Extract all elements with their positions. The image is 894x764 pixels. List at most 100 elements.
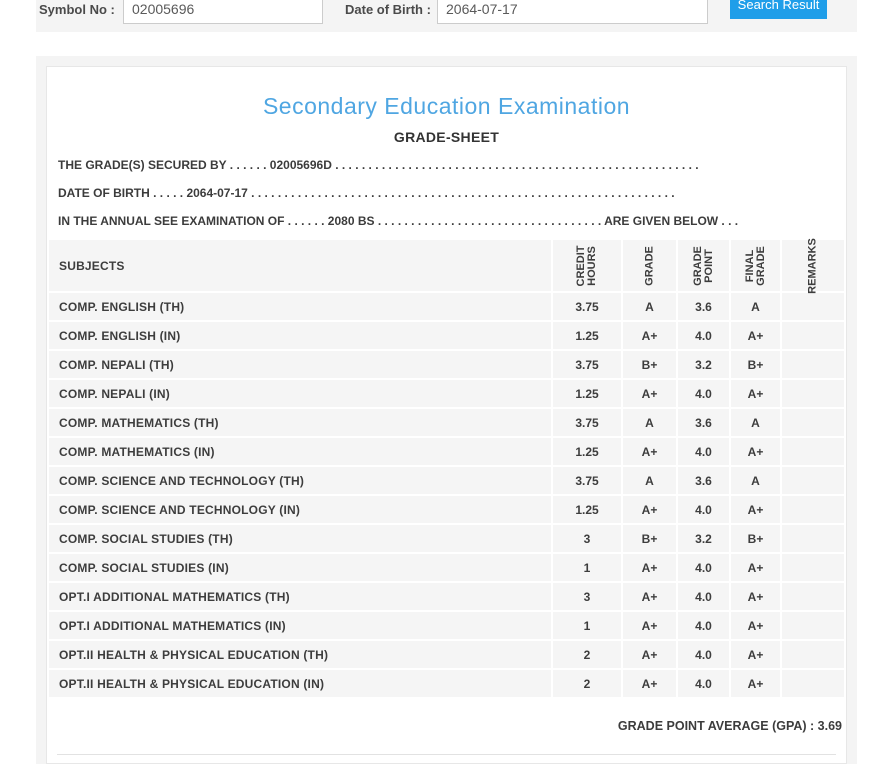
subject-cell: COMP. NEPALI (IN) [49, 380, 551, 407]
final-grade-cell: B+ [731, 525, 780, 552]
credit-hours-cell: 3.75 [553, 293, 621, 320]
remarks-cell [782, 612, 844, 639]
credit-hours-cell: 1 [553, 554, 621, 581]
subject-cell: COMP. MATHEMATICS (TH) [49, 409, 551, 436]
credit-hours-cell: 3.75 [553, 351, 621, 378]
grade-point-cell: 4.0 [678, 496, 729, 523]
final-grade-cell: B+ [731, 351, 780, 378]
gpa-summary: GRADE POINT AVERAGE (GPA) : 3.69 [617, 719, 842, 733]
grade-point-cell: 4.0 [678, 641, 729, 668]
remarks-cell [782, 641, 844, 668]
credit-hours-cell: 1.25 [553, 496, 621, 523]
subject-cell: OPT.II HEALTH & PHYSICAL EDUCATION (TH) [49, 641, 551, 668]
page-title: Secondary Education Examination [262, 93, 631, 119]
grade-cell: B+ [623, 351, 676, 378]
table-row: COMP. ENGLISH (IN) 1.25 A+ 4.0 A+ [49, 322, 844, 349]
column-header-label: GRADE POINT [691, 245, 715, 286]
table-row: COMP. NEPALI (IN) 1.25 A+ 4.0 A+ [49, 380, 844, 407]
grade-point-cell: 3.2 [678, 351, 729, 378]
grade-point-cell: 3.2 [678, 525, 729, 552]
subject-cell: COMP. ENGLISH (IN) [49, 322, 551, 349]
final-grade-cell: A [731, 409, 780, 436]
final-grade-cell: A [731, 467, 780, 494]
final-grade-cell: A+ [731, 380, 780, 407]
grade-point-cell: 4.0 [678, 554, 729, 581]
table-row: COMP. MATHEMATICS (TH) 3.75 A 3.6 A [49, 409, 844, 436]
column-header-grade-point: GRADE POINT [678, 240, 729, 291]
column-header-label: CREDIT HOURS [575, 245, 598, 286]
subject-cell: COMP. SOCIAL STUDIES (IN) [49, 554, 551, 581]
candidate-info: THE GRADE(S) SECURED BY . . . . . . 0200… [47, 158, 846, 228]
column-header-grade: GRADE [623, 240, 676, 291]
table-row: COMP. SOCIAL STUDIES (IN) 1 A+ 4.0 A+ [49, 554, 844, 581]
grade-point-cell: 4.0 [678, 380, 729, 407]
grade-cell: A+ [623, 438, 676, 465]
subject-cell: COMP. MATHEMATICS (IN) [49, 438, 551, 465]
final-grade-cell: A+ [731, 438, 780, 465]
table-row: COMP. SOCIAL STUDIES (TH) 3 B+ 3.2 B+ [49, 525, 844, 552]
credit-hours-cell: 3 [553, 525, 621, 552]
table-row: OPT.II HEALTH & PHYSICAL EDUCATION (TH) … [49, 641, 844, 668]
remarks-cell [782, 293, 844, 320]
credit-hours-cell: 1.25 [553, 322, 621, 349]
final-grade-cell: A+ [731, 641, 780, 668]
grade-point-cell: 4.0 [678, 438, 729, 465]
column-header-label: GRADE [643, 245, 655, 286]
subject-cell: COMP. ENGLISH (TH) [49, 293, 551, 320]
column-header-label: REMARKS [806, 237, 819, 294]
table-row: COMP. NEPALI (TH) 3.75 B+ 3.2 B+ [49, 351, 844, 378]
credit-hours-cell: 1.25 [553, 380, 621, 407]
info-line: THE GRADE(S) SECURED BY . . . . . . 0200… [58, 158, 699, 172]
final-grade-cell: A+ [731, 554, 780, 581]
column-header-label: FINAL GRADE [743, 245, 767, 286]
remarks-cell [782, 583, 844, 610]
remarks-cell [782, 409, 844, 436]
search-result-button[interactable]: Search Result [730, 0, 827, 19]
table-body: COMP. ENGLISH (TH) 3.75 A 3.6 A COMP. EN… [49, 293, 844, 697]
final-grade-cell: A+ [731, 322, 780, 349]
column-header-final-grade: FINAL GRADE [731, 240, 780, 291]
credit-hours-cell: 2 [553, 670, 621, 697]
grade-point-cell: 4.0 [678, 670, 729, 697]
grade-table: SUBJECTS CREDIT HOURS GRADE GRADE POINT … [49, 237, 844, 697]
grade-cell: A+ [623, 380, 676, 407]
grade-cell: A+ [623, 641, 676, 668]
credit-hours-cell: 3 [553, 583, 621, 610]
grade-cell: A [623, 467, 676, 494]
table-row: COMP. ENGLISH (TH) 3.75 A 3.6 A [49, 293, 844, 320]
subject-cell: COMP. SOCIAL STUDIES (TH) [49, 525, 551, 552]
subject-cell: COMP. SCIENCE AND TECHNOLOGY (IN) [49, 496, 551, 523]
remarks-cell [782, 322, 844, 349]
table-row: OPT.II HEALTH & PHYSICAL EDUCATION (IN) … [49, 670, 844, 697]
grade-cell: A+ [623, 322, 676, 349]
footer-divider [57, 754, 836, 755]
grade-cell: A+ [623, 612, 676, 639]
subject-cell: OPT.I ADDITIONAL MATHEMATICS (IN) [49, 612, 551, 639]
table-header-row: SUBJECTS CREDIT HOURS GRADE GRADE POINT … [49, 237, 844, 294]
remarks-cell [782, 351, 844, 378]
date-of-birth-label: Date of Birth : [345, 2, 431, 17]
remarks-cell [782, 496, 844, 523]
grade-cell: A+ [623, 583, 676, 610]
grade-point-cell: 3.6 [678, 293, 729, 320]
grade-point-cell: 4.0 [678, 612, 729, 639]
symbol-no-input[interactable] [123, 0, 323, 24]
remarks-cell [782, 670, 844, 697]
table-row: OPT.I ADDITIONAL MATHEMATICS (TH) 3 A+ 4… [49, 583, 844, 610]
symbol-no-label: Symbol No : [39, 2, 115, 17]
grade-cell: A+ [623, 554, 676, 581]
table-row: COMP. SCIENCE AND TECHNOLOGY (TH) 3.75 A… [49, 467, 844, 494]
search-form-bar: Symbol No : Date of Birth : Search Resul… [36, 0, 857, 32]
remarks-cell [782, 467, 844, 494]
grade-point-cell: 4.0 [678, 583, 729, 610]
grade-cell: A [623, 409, 676, 436]
info-line: DATE OF BIRTH . . . . . 2064-07-17 . . .… [58, 186, 675, 200]
credit-hours-cell: 3.75 [553, 467, 621, 494]
grade-sheet-subtitle: GRADE-SHEET [393, 129, 500, 145]
final-grade-cell: A+ [731, 496, 780, 523]
credit-hours-cell: 1 [553, 612, 621, 639]
final-grade-cell: A+ [731, 612, 780, 639]
grade-point-cell: 4.0 [678, 322, 729, 349]
grade-cell: A+ [623, 496, 676, 523]
date-of-birth-input[interactable] [437, 0, 708, 24]
